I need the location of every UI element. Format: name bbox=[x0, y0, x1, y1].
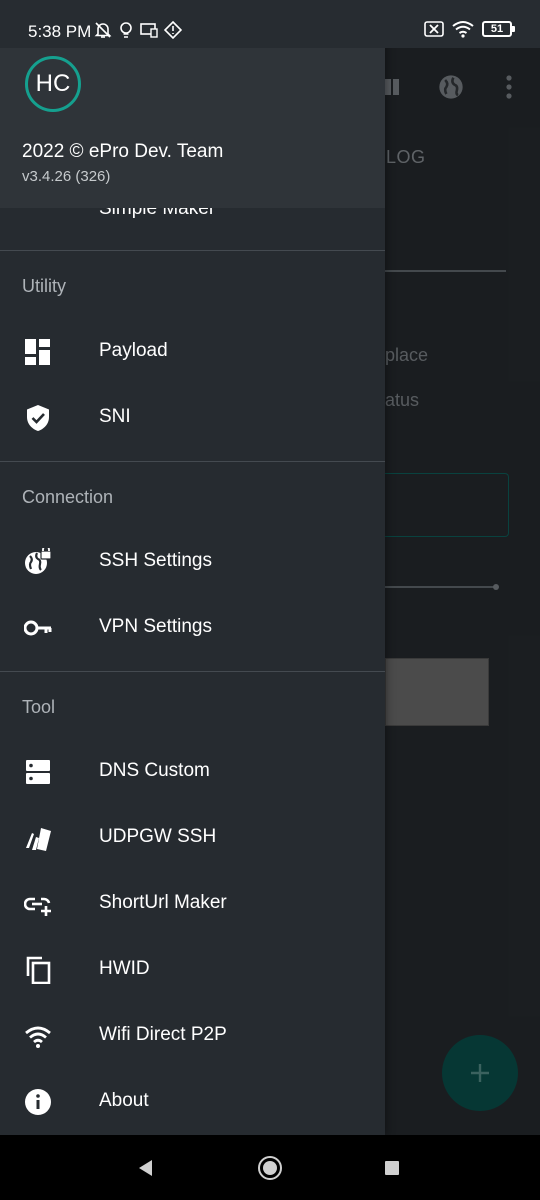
menu-item-label: HWID bbox=[99, 958, 150, 979]
menu-item-hwid[interactable]: HWID bbox=[0, 937, 385, 1003]
menu-item-label: SNI bbox=[99, 406, 131, 427]
menu-item-label: VPN Settings bbox=[99, 616, 212, 637]
menu-item-label: About bbox=[99, 1090, 149, 1111]
lightbulb-icon bbox=[120, 22, 132, 38]
bell-off-icon bbox=[94, 22, 112, 38]
menu-item-label: DNS Custom bbox=[99, 760, 210, 781]
dns-icon bbox=[26, 760, 50, 784]
drawer-header: HC 2022 © ePro Dev. Team v3.4.26 (326) bbox=[0, 48, 385, 208]
home-button[interactable] bbox=[258, 1156, 282, 1180]
menu-item-label: ShortUrl Maker bbox=[99, 892, 227, 913]
menu-item-payload[interactable]: Payload bbox=[0, 319, 385, 385]
divider bbox=[0, 461, 385, 462]
info-icon bbox=[25, 1089, 51, 1115]
menu-item-label: Payload bbox=[99, 340, 168, 361]
wifi-icon bbox=[25, 1026, 51, 1048]
menu-item-about[interactable]: About bbox=[0, 1069, 385, 1135]
copyright-text: 2022 © ePro Dev. Team bbox=[22, 141, 224, 162]
menu-item-label: Wifi Direct P2P bbox=[99, 1024, 227, 1045]
menu-item-dns-custom[interactable]: DNS Custom bbox=[0, 739, 385, 805]
dashboard-icon bbox=[25, 339, 50, 365]
menu-item-label: UDPGW SSH bbox=[99, 826, 217, 847]
back-icon[interactable] bbox=[137, 1159, 155, 1177]
menu-item-shorturl-maker[interactable]: ShortUrl Maker bbox=[0, 871, 385, 937]
divider bbox=[0, 250, 385, 251]
link-plus-icon bbox=[24, 897, 51, 916]
status-bar: 5:38 PM 51 bbox=[0, 0, 540, 48]
location-diamond-icon bbox=[164, 21, 182, 39]
status-icons-right: 51 bbox=[424, 20, 515, 38]
shield-check-icon bbox=[27, 405, 49, 431]
swatch-icon bbox=[26, 828, 51, 851]
divider bbox=[0, 671, 385, 672]
navigation-drawer: HC 2022 © ePro Dev. Team v3.4.26 (326) S… bbox=[0, 0, 385, 1135]
menu-item-wifi-direct-p2p[interactable]: Wifi Direct P2P bbox=[0, 1003, 385, 1069]
section-title-utility: Utility bbox=[22, 276, 66, 296]
status-icons-left bbox=[94, 21, 182, 39]
menu-item-udpgw-ssh[interactable]: UDPGW SSH bbox=[0, 805, 385, 871]
section-title-tool: Tool bbox=[22, 697, 56, 717]
app-logo: HC bbox=[25, 56, 81, 112]
menu-item-label: SSH Settings bbox=[99, 550, 212, 571]
status-time: 5:38 PM bbox=[28, 22, 92, 41]
wifi-icon bbox=[452, 21, 474, 38]
sim-off-icon bbox=[424, 21, 444, 37]
section-title-connection: Connection bbox=[22, 487, 114, 507]
globe-lock-icon bbox=[25, 548, 52, 574]
key-icon bbox=[24, 620, 52, 636]
battery-level: 51 bbox=[490, 23, 504, 35]
logo-text: HC bbox=[35, 70, 71, 97]
battery-icon: 51 bbox=[482, 21, 515, 37]
version-text: v3.4.26 (326) bbox=[22, 168, 111, 185]
cast-icon bbox=[140, 23, 158, 38]
menu-item-vpn-settings[interactable]: VPN Settings bbox=[0, 595, 385, 661]
menu-item-ssh-settings[interactable]: SSH Settings bbox=[0, 529, 385, 595]
system-nav-bar bbox=[0, 1135, 540, 1200]
menu-item-sni[interactable]: SNI bbox=[0, 385, 385, 451]
recents-button[interactable] bbox=[385, 1161, 399, 1175]
copy-icon bbox=[26, 956, 51, 984]
